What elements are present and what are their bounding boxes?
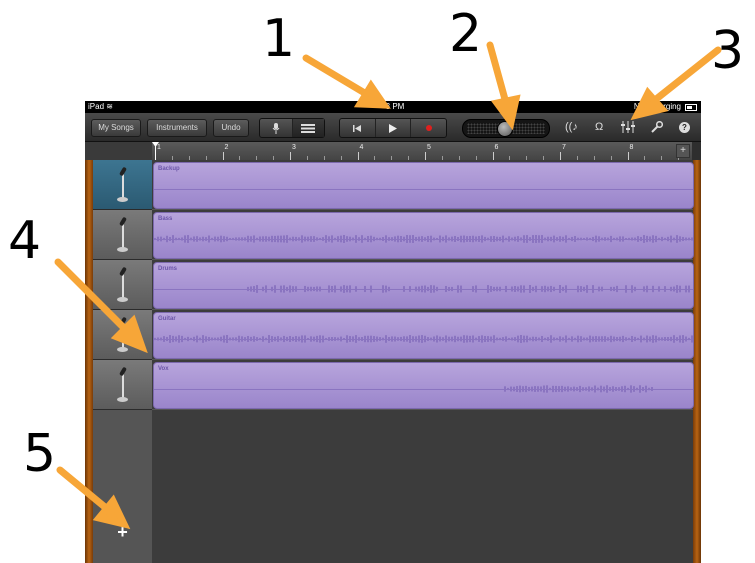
track-header[interactable] <box>93 310 152 360</box>
lane-divider <box>152 309 693 310</box>
bar-label: 4 <box>359 144 364 151</box>
bar-label: 6 <box>494 144 499 151</box>
bar-label: 7 <box>562 144 566 151</box>
wrench-icon[interactable] <box>651 120 664 136</box>
waveform <box>247 285 690 293</box>
microphone-icon <box>116 166 130 204</box>
microphone-icon <box>116 316 130 354</box>
view-toggle <box>259 118 325 138</box>
waveform <box>504 385 653 393</box>
clock: 3 PM <box>385 102 405 111</box>
track-header[interactable] <box>93 260 152 310</box>
add-section-button[interactable]: + <box>676 144 690 158</box>
help-icon[interactable]: ? <box>679 122 690 133</box>
playhead-knob[interactable] <box>497 121 513 137</box>
audio-region[interactable]: Vox <box>153 362 694 409</box>
bar-tick <box>627 152 629 160</box>
rewind-icon[interactable] <box>340 119 376 137</box>
bar-tick <box>560 152 561 160</box>
playhead-display[interactable] <box>462 119 550 138</box>
bar-tick <box>492 152 494 160</box>
toolbar: My Songs Instruments Undo ((♪ Ω ? <box>85 113 701 142</box>
arrow-to-transport <box>302 54 372 99</box>
ruler-corner <box>85 142 152 160</box>
wifi-icon: ≋ <box>106 102 113 111</box>
transport-controls <box>339 118 447 138</box>
audio-region[interactable]: Drums <box>153 262 694 309</box>
battery-icon <box>685 104 697 111</box>
lane-divider <box>152 409 693 410</box>
arrow-to-lcd <box>486 41 510 107</box>
region-name: Drums <box>158 266 178 272</box>
my-songs-button[interactable]: My Songs <box>91 119 141 137</box>
region-name: Vox <box>158 366 169 372</box>
ipad-screen: iPad ≋ 3 PM Not Charging My Songs Instru… <box>85 101 701 563</box>
bar-label: 3 <box>292 144 296 151</box>
bar-tick <box>290 152 291 160</box>
annotation-2: 2 <box>449 4 483 64</box>
microphone-icon <box>116 366 130 404</box>
track-lanes: Backup Bass Drums Guitar Vox <box>152 160 694 563</box>
track-header[interactable] <box>93 160 152 210</box>
waveform <box>154 179 693 201</box>
device-label: iPad ≋ <box>88 102 113 111</box>
bar-label: 5 <box>427 144 431 151</box>
track-header[interactable] <box>93 210 152 260</box>
region-name: Guitar <box>158 316 176 322</box>
record-icon[interactable] <box>411 119 446 137</box>
timeline-ruler[interactable]: 12345678 + <box>85 142 692 161</box>
wood-trim-left <box>85 160 93 563</box>
undo-button[interactable]: Undo <box>213 119 249 137</box>
lane-divider <box>152 209 693 210</box>
bar-label: 2 <box>224 144 229 151</box>
mic-icon[interactable] <box>260 119 293 137</box>
status-bar: iPad ≋ 3 PM Not Charging <box>85 101 701 113</box>
track-headers <box>93 160 160 563</box>
play-icon[interactable] <box>376 119 412 137</box>
annotation-3: 3 <box>711 21 745 81</box>
arrow-to-mixer <box>651 46 722 104</box>
track-header[interactable] <box>93 360 152 410</box>
annotation-1: 1 <box>262 9 296 69</box>
microphone-icon <box>116 266 130 304</box>
audio-region[interactable]: Backup <box>153 162 694 209</box>
playhead-marker[interactable] <box>152 142 159 160</box>
add-track-button[interactable]: + <box>93 522 152 543</box>
bar-label: 8 <box>629 144 634 151</box>
instruments-button[interactable]: Instruments <box>147 119 207 137</box>
metronome-icon[interactable]: Ω <box>595 121 603 133</box>
microphone-icon <box>116 216 130 254</box>
waveform <box>154 335 693 343</box>
tracks-view-icon[interactable] <box>292 119 324 137</box>
annotation-4: 4 <box>8 211 42 271</box>
waveform <box>154 235 693 243</box>
lane-divider <box>152 259 693 260</box>
annotation-5: 5 <box>23 424 57 484</box>
loops-icon[interactable]: ((♪ <box>565 121 578 133</box>
bar-tick <box>222 152 224 160</box>
lane-divider <box>152 359 693 360</box>
region-name: Bass <box>158 216 173 222</box>
audio-region[interactable]: Guitar <box>153 312 694 359</box>
charging-status: Not Charging <box>633 102 681 111</box>
mixer-icon[interactable] <box>621 121 635 136</box>
wood-trim-right <box>693 160 701 563</box>
audio-region[interactable]: Bass <box>153 212 694 259</box>
bar-tick <box>357 152 359 160</box>
region-name: Backup <box>158 166 180 172</box>
bar-tick <box>425 152 426 160</box>
